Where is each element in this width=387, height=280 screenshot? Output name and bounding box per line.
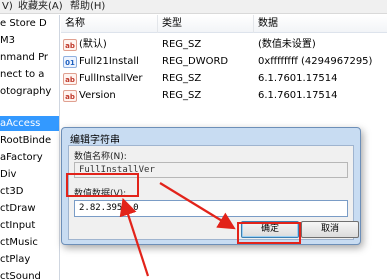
value-type: REG_SZ (162, 90, 202, 101)
value-type: REG_SZ (162, 73, 202, 84)
value-name: Version (79, 90, 116, 101)
registry-key-tree[interactable]: e Store D M3 nmand Pr nect to a otograph… (0, 15, 60, 280)
tree-item[interactable]: nect to a (0, 67, 59, 82)
dialog-body: 数值名称(N): FullInstallVer 数值数据(V): 2.82.39… (68, 145, 359, 240)
value-data: 6.1.7601.17514 (258, 73, 338, 84)
dialog-title: 编辑字符串 (70, 135, 120, 146)
value-data: 0xffffffff (4294967295) (258, 56, 373, 67)
menu-item-view[interactable]: Ⅴ) (2, 0, 13, 13)
dword-value-icon: 01 (63, 56, 77, 68)
menu-item-help[interactable]: 帮助(H) (70, 0, 105, 13)
value-data: (数值未设置) (258, 39, 316, 50)
tree-item[interactable]: ct3D (0, 184, 59, 199)
value-name: Full21Install (79, 56, 139, 67)
table-row[interactable]: ab (默认) REG_SZ (数值未设置) (61, 37, 387, 53)
value-data-label: 数值数据(V): (74, 189, 127, 199)
column-header-type[interactable]: 类型 (158, 15, 254, 33)
string-value-icon: ab (63, 90, 77, 102)
string-value-icon: ab (63, 39, 77, 51)
table-row[interactable]: ab FullInstallVer REG_SZ 6.1.7601.17514 (61, 71, 387, 87)
tree-item[interactable]: aFactory (0, 150, 59, 165)
menu-item-favorites[interactable]: 收藏夹(A) (18, 0, 63, 13)
value-name-field: FullInstallVer (74, 162, 348, 178)
tree-item[interactable]: M3 (0, 33, 59, 48)
list-header: 名称 类型 数据 (61, 15, 387, 33)
menu-bar: Ⅴ) 收藏夹(A) 帮助(H) (0, 0, 387, 14)
value-name-label: 数值名称(N): (74, 152, 127, 162)
tree-item[interactable]: ctInput (0, 218, 59, 233)
string-value-icon: ab (63, 73, 77, 85)
table-row[interactable]: ab Version REG_SZ 6.1.7601.17514 (61, 88, 387, 104)
tree-item[interactable]: nmand Pr (0, 50, 59, 65)
ok-button[interactable]: 确定 (241, 221, 299, 238)
value-name: (默认) (79, 39, 107, 50)
value-name: FullInstallVer (79, 73, 143, 84)
tree-item[interactable]: ctMusic (0, 235, 59, 250)
edit-string-dialog: 编辑字符串 数值名称(N): FullInstallVer 数值数据(V): 2… (61, 127, 361, 245)
table-row[interactable]: 01 Full21Install REG_DWORD 0xffffffff (42… (61, 54, 387, 70)
tree-item[interactable]: Div (0, 167, 59, 182)
tree-item[interactable]: otography (0, 84, 59, 99)
tree-item[interactable]: RootBinde (0, 133, 59, 148)
value-data: 6.1.7601.17514 (258, 90, 338, 101)
cancel-button[interactable]: 取消 (301, 221, 359, 238)
tree-item[interactable]: ctDraw (0, 201, 59, 216)
column-header-name[interactable]: 名称 (61, 15, 158, 33)
tree-item-selected[interactable]: aAccess (0, 116, 59, 131)
value-type: REG_SZ (162, 39, 202, 50)
tree-item[interactable]: e Store D (0, 16, 59, 31)
tree-item[interactable]: ctSound (0, 269, 59, 280)
column-header-data[interactable]: 数据 (254, 15, 387, 33)
value-data-input[interactable]: 2.82.3959.0 (74, 200, 348, 217)
tree-item[interactable]: ctPlay (0, 252, 59, 267)
value-type: REG_DWORD (162, 56, 229, 67)
